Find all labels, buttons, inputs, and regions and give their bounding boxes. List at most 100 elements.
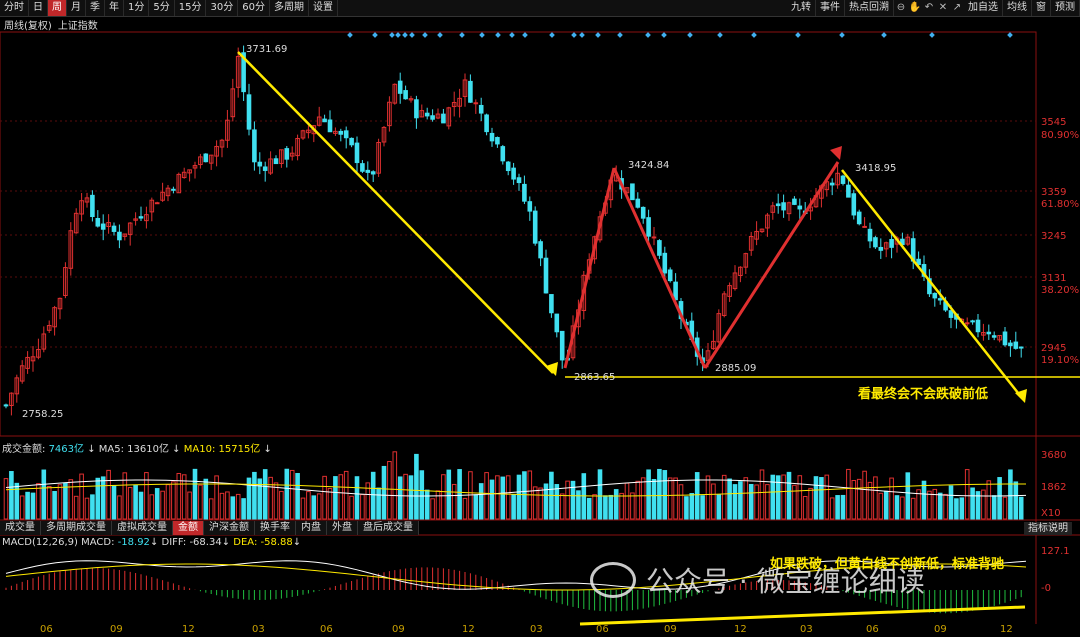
volume-bar	[79, 473, 84, 520]
volume-bar	[9, 471, 14, 520]
indicator-tab-0[interactable]: 成交量	[0, 521, 41, 535]
volume-bar	[991, 495, 997, 520]
price-axis-label: 80.90%	[1041, 130, 1079, 141]
volume-bar	[484, 472, 489, 520]
candle-body	[932, 292, 938, 299]
indicator-help-button[interactable]: 指标说明	[1024, 522, 1072, 535]
volume-bar	[419, 470, 425, 520]
volume-bars	[3, 451, 1024, 520]
event-marker-icon	[509, 32, 515, 38]
volume-bar	[279, 490, 284, 520]
volume-bar	[235, 493, 241, 520]
volume-value: 7463亿	[48, 444, 85, 455]
volume-bar	[959, 497, 965, 520]
candle-body	[349, 137, 354, 146]
x-tick-9: 09	[664, 624, 677, 635]
volume-bar	[910, 497, 916, 520]
price-annotation: 3418.95	[855, 163, 896, 174]
volume-bar	[759, 469, 765, 520]
volume-bar	[192, 468, 198, 520]
candle-body	[856, 211, 862, 225]
volume-bar	[927, 490, 932, 520]
volume-bar	[824, 474, 830, 520]
volume-bar	[111, 485, 117, 520]
event-marker-icon	[751, 32, 757, 38]
volume-bar	[446, 469, 452, 520]
candle-body	[527, 201, 533, 212]
volume-bar	[241, 498, 246, 520]
candle-body	[986, 331, 992, 335]
macd-value: -18.92	[117, 537, 150, 548]
volume-bar	[219, 492, 225, 520]
candle-body	[360, 163, 365, 172]
event-marker-icon	[495, 32, 501, 38]
candle-body	[630, 183, 635, 201]
indicator-tab-8[interactable]: 盘后成交量	[358, 521, 419, 535]
volume-bar	[127, 487, 133, 520]
macd-axis-label: -0	[1041, 583, 1051, 594]
volume-bar	[522, 471, 527, 520]
candle-body	[797, 205, 803, 210]
volume-bar	[802, 495, 808, 520]
candle-body	[403, 90, 408, 100]
candle-body	[397, 80, 403, 94]
ma5-value: 13610亿	[127, 444, 169, 455]
candle-body	[117, 231, 122, 241]
event-marker-icon	[929, 32, 935, 38]
indicator-tab-2[interactable]: 虚拟成交量	[112, 521, 173, 535]
candle-body	[100, 223, 106, 230]
candle-body	[554, 313, 560, 333]
volume-bar	[986, 480, 992, 520]
x-axis: 06 09 12 03 06 09 12 03 06 09 12 03 06 09 12	[0, 624, 1080, 637]
volume-bar	[46, 485, 52, 520]
indicator-tab-7[interactable]: 外盘	[327, 521, 358, 535]
candle-body	[538, 241, 543, 259]
event-marker-icon	[402, 32, 408, 38]
volume-bar	[694, 472, 700, 520]
volume-bar	[500, 476, 506, 520]
candle-body	[657, 240, 662, 256]
volume-bar	[835, 495, 840, 520]
x-tick-6: 12	[462, 624, 475, 635]
candle-body	[1013, 341, 1019, 349]
indicator-tab-6[interactable]: 内盘	[296, 521, 327, 535]
volume-bar	[511, 494, 516, 520]
volume-bar	[792, 484, 797, 520]
candle-body	[154, 202, 160, 205]
macd-axis-label: 127.1	[1041, 546, 1070, 557]
volume-bar	[635, 480, 641, 520]
candle-body	[505, 161, 511, 172]
indicator-tab-3[interactable]: 金额	[173, 521, 204, 535]
watermark-text: 公众号 · 微宝缠论细读	[646, 565, 925, 598]
x-tick-1: 09	[110, 624, 123, 635]
volume-bar	[964, 469, 970, 520]
volume-bar	[295, 473, 300, 520]
candle-body	[138, 216, 144, 219]
volume-bar	[343, 470, 349, 520]
volume-bar	[754, 484, 759, 520]
candlesticks	[3, 45, 1024, 416]
candle-body	[532, 210, 538, 244]
volume-bar	[883, 490, 889, 520]
candle-body	[246, 94, 252, 130]
indicator-tab-4[interactable]: 沪深金额	[204, 521, 255, 535]
candle-body	[549, 294, 554, 314]
volume-bar	[95, 477, 101, 520]
volume-bar	[878, 492, 884, 520]
candle-body	[1018, 346, 1024, 349]
candle-body	[867, 228, 873, 242]
candle-body	[662, 252, 668, 274]
volume-bar	[781, 474, 786, 520]
trend-line-down-2	[612, 167, 707, 369]
volume-bar	[1018, 496, 1024, 520]
candle-body	[970, 320, 975, 323]
volume-bar	[25, 491, 30, 520]
event-marker-icon	[549, 32, 555, 38]
price-axis-label: 2945	[1041, 343, 1066, 354]
candle-body	[862, 225, 867, 228]
x-tick-14: 12	[1000, 624, 1013, 635]
volume-bar	[165, 484, 171, 520]
indicator-tab-1[interactable]: 多周期成交量	[41, 521, 112, 535]
indicator-tab-5[interactable]: 换手率	[255, 521, 296, 535]
volume-axis-label: X10	[1041, 508, 1061, 519]
